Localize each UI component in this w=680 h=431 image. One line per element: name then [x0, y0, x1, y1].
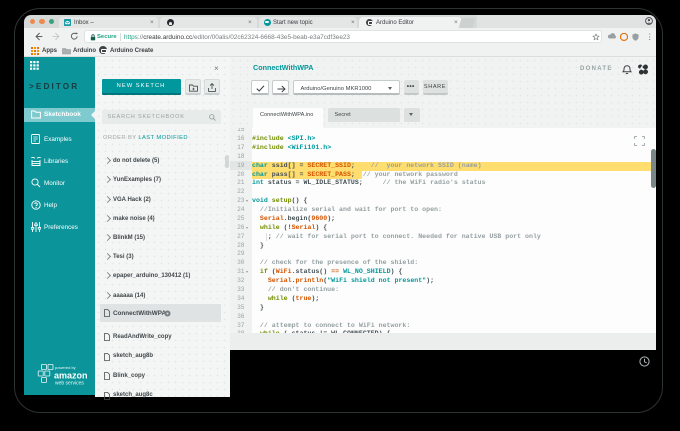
svg-text:powered by: powered by	[55, 365, 76, 370]
svg-text:web services: web services	[55, 381, 84, 387]
svg-text:amazon: amazon	[54, 371, 88, 381]
